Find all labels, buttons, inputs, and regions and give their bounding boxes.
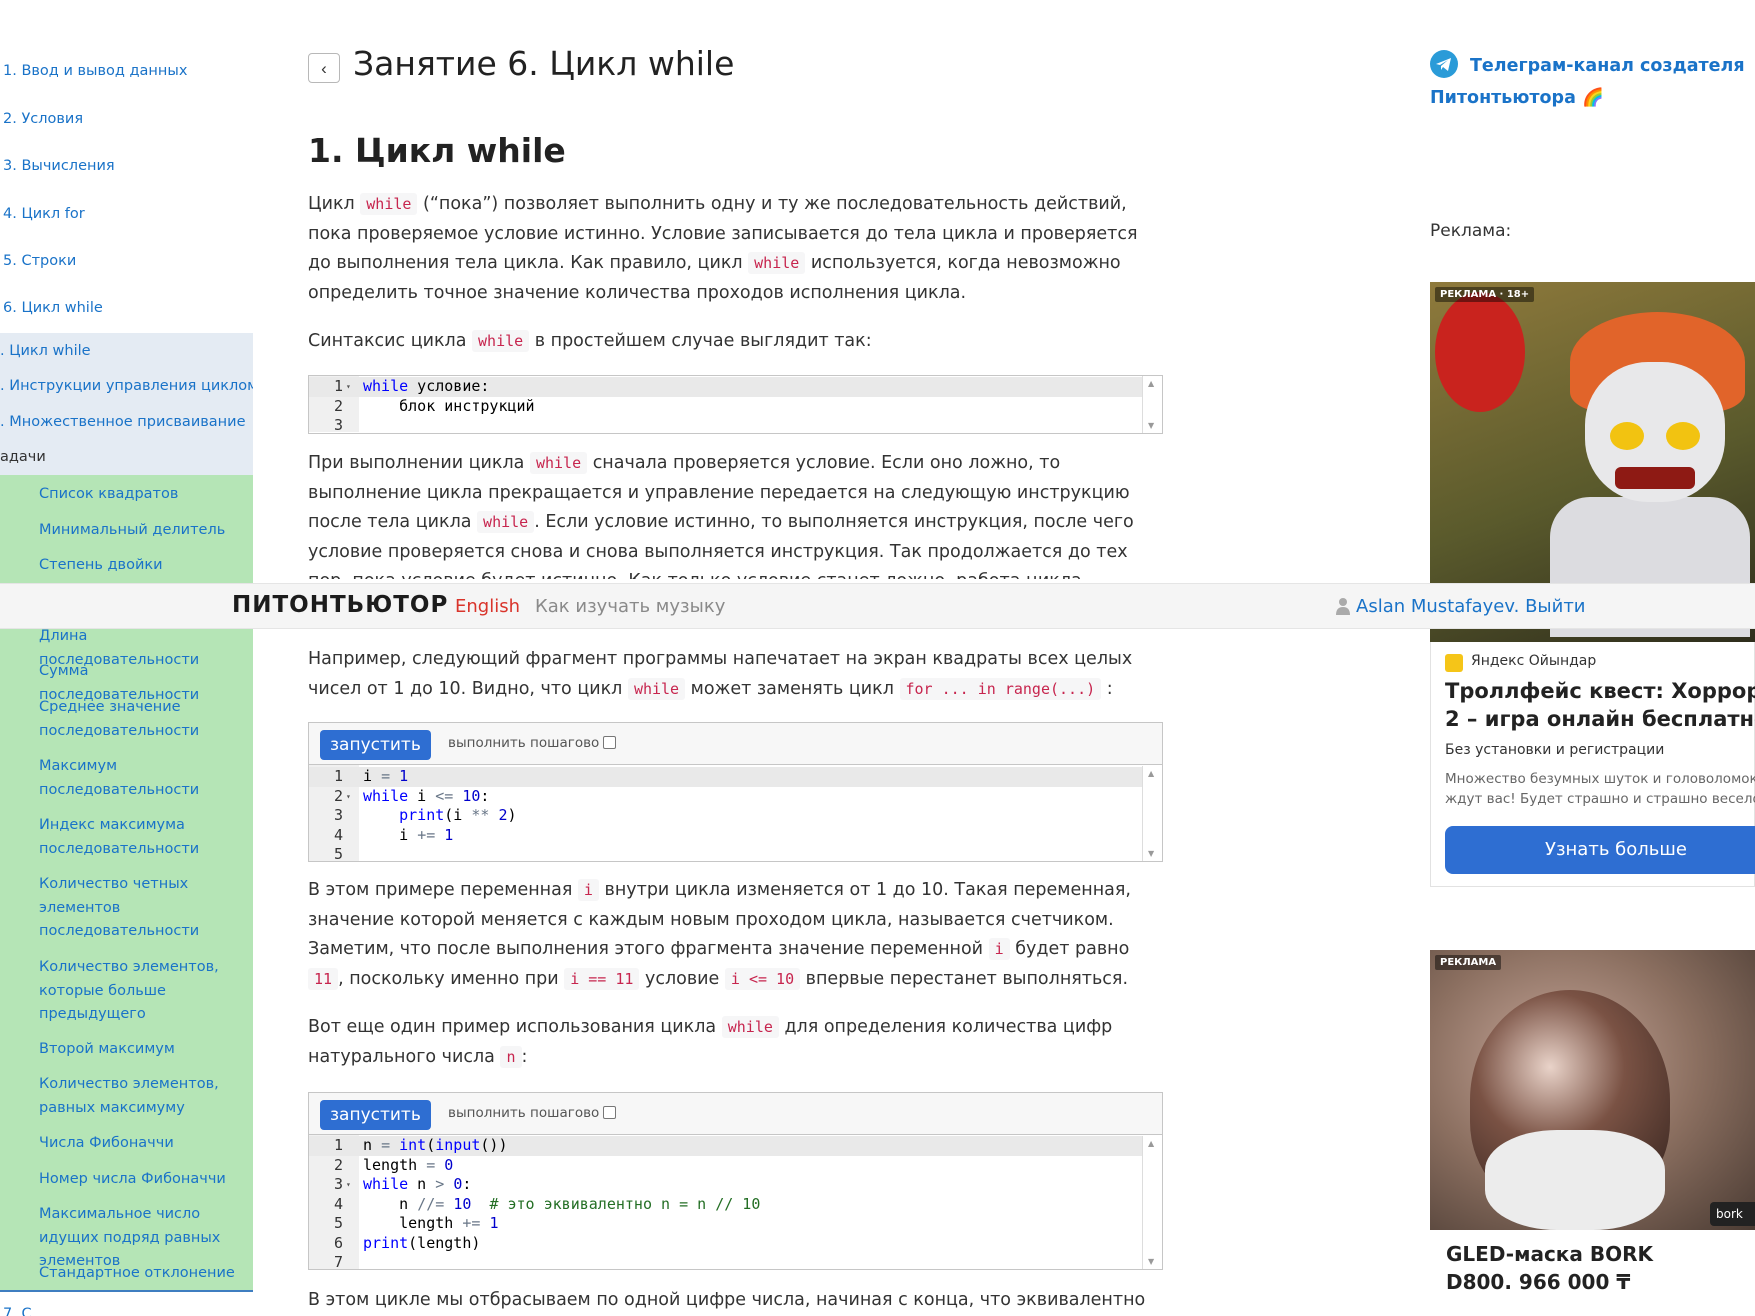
task-link[interactable]: Количество элементов, равных максимуму: [39, 1073, 251, 1120]
paragraph-explanation: В этом цикле мы отбрасываем по одной циф…: [308, 1290, 1146, 1310]
lesson-link-4[interactable]: 4. Цикл for: [3, 206, 85, 222]
paragraph-semantics: При выполнении цикла while сначала прове…: [308, 452, 1134, 579]
code-area[interactable]: 1n = int(input()) 2 length = 0 3 ▾ while n …: [309, 1135, 1162, 1269]
code-scrollbar[interactable]: ▲ ▼: [1142, 766, 1162, 861]
paragraph-intro: Цикл while (“пока”) позволяет выполнить …: [308, 193, 1138, 303]
task-link[interactable]: Среднее значение последовательности: [39, 696, 251, 743]
paragraph-syntax: Синтаксис цикла while в простейшем случа…: [308, 330, 872, 352]
section-link-while[interactable]: . Цикл while: [0, 343, 91, 359]
ad-label: Реклама:: [1430, 221, 1512, 241]
ad-brand-chip[interactable]: bork: [1710, 1202, 1755, 1226]
ad-subtitle: Без установки и регистрации: [1445, 742, 1665, 758]
section-tasks-label: адачи: [0, 449, 46, 465]
ad-image-bork[interactable]: РЕКЛАМА bork: [1430, 950, 1755, 1230]
top-navbar: ПИТОНТЬЮТОР English Как изучать музыку A…: [0, 583, 1755, 629]
run-button[interactable]: запустить: [320, 730, 431, 760]
ad-learn-more-button[interactable]: Узнать больше: [1445, 826, 1755, 874]
code-toolbar: запустить выполнить пошагово: [309, 1093, 1162, 1135]
user-account: Aslan Mustafayev. Выйти: [1356, 596, 1586, 617]
back-button[interactable]: ‹: [308, 53, 340, 83]
section-heading: 1. Цикл while: [308, 131, 566, 170]
task-link[interactable]: Список квадратов: [39, 483, 251, 507]
paragraph-example-squares: Например, следующий фрагмент программы н…: [308, 649, 1133, 700]
ad-tag: РЕКЛАМА · 18+: [1435, 287, 1535, 302]
lesson-link-6[interactable]: 6. Цикл while: [3, 300, 103, 316]
section-link-multi-assign[interactable]: . Множественное присваивание: [0, 414, 246, 430]
run-button[interactable]: запустить: [320, 1100, 431, 1130]
code-editor-squares: запустить выполнить пошагово 1i = 1 2 ▾ wh…: [308, 722, 1163, 862]
code-toolbar: запустить выполнить пошагово: [309, 723, 1162, 765]
paragraph-digits: Вот еще один пример использования цикла …: [308, 1016, 1113, 1068]
task-link[interactable]: Стандартное отклонение: [39, 1262, 251, 1286]
ad-source: Яндекс Ойындар: [1471, 653, 1597, 669]
code-editor-syntax[interactable]: 1 ▾ while условие: 2 блок инструкций 3 ▲ ▼: [308, 375, 1163, 434]
mask-base-shape: [1485, 1130, 1665, 1230]
right-column: Телеграм-канал создателя Питонтьютора 🌈 …: [1430, 0, 1755, 1316]
lesson-link-2[interactable]: 2. Условия: [3, 111, 83, 127]
task-link[interactable]: Числа Фибоначчи: [39, 1132, 251, 1156]
ad-title[interactable]: GLED-маска BORK D800. 966 000 ₸: [1446, 1240, 1706, 1296]
task-link[interactable]: Количество четных элементов последовател…: [39, 873, 251, 944]
code-editor-digits: запустить выполнить пошагово 1n = int(in…: [308, 1092, 1163, 1270]
step-by-step-toggle[interactable]: выполнить пошагово: [448, 735, 617, 751]
brand-logo[interactable]: ПИТОНТЬЮТОР: [232, 592, 448, 618]
task-link[interactable]: Второй максимум: [39, 1038, 251, 1062]
lesson-sidebar: 1. Ввод и вывод данных 2. Условия 3. Выч…: [0, 0, 253, 1316]
nav-music-link[interactable]: Как изучать музыку: [535, 596, 725, 617]
ad-tag: РЕКЛАМА: [1435, 955, 1502, 970]
task-link[interactable]: Минимальный делитель: [39, 519, 251, 543]
task-link[interactable]: Максимум последовательности: [39, 755, 251, 802]
fold-arrow-icon[interactable]: ▾: [346, 787, 351, 807]
user-icon: [1336, 597, 1350, 615]
clown-mouth-shape: [1615, 467, 1695, 489]
clown-eye-shape: [1610, 422, 1644, 450]
code-scrollbar[interactable]: ▲ ▼: [1142, 1136, 1162, 1269]
lesson-link-1[interactable]: 1. Ввод и вывод данных: [3, 63, 187, 79]
section-link-control[interactable]: . Инструкции управления циклом: [0, 378, 253, 394]
lesson-link-7[interactable]: 7. С: [3, 1306, 32, 1316]
nav-english-link[interactable]: English: [455, 596, 520, 617]
paragraph-counter: В этом примере переменная i внутри цикла…: [308, 879, 1131, 990]
user-name-link[interactable]: Aslan Mustafayev.: [1356, 596, 1519, 617]
step-checkbox[interactable]: [603, 736, 617, 749]
task-link[interactable]: Количество элементов, которые больше пре…: [39, 956, 251, 1027]
telegram-channel-link[interactable]: Телеграм-канал создателя Питонтьютора 🌈: [1430, 50, 1750, 114]
task-link[interactable]: Индекс максимума последовательности: [39, 814, 251, 861]
task-link[interactable]: Номер числа Фибоначчи: [39, 1168, 251, 1192]
logout-link[interactable]: Выйти: [1525, 596, 1585, 617]
balloon-shape: [1435, 292, 1525, 412]
lesson-link-3[interactable]: 3. Вычисления: [3, 158, 115, 174]
fold-arrow-icon[interactable]: ▾: [346, 377, 351, 397]
yandex-games-icon: [1445, 654, 1463, 672]
code-scrollbar[interactable]: ▲ ▼: [1142, 376, 1162, 433]
clown-eye-shape: [1666, 422, 1700, 450]
ad-card-trollface[interactable]: Яндекс Ойындар Троллфейс квест: Хоррор 2…: [1430, 642, 1755, 887]
page-title: Занятие 6. Цикл while: [353, 44, 735, 83]
step-checkbox[interactable]: [603, 1106, 617, 1119]
ad-description: Множество безумных шуток и головоломок ж…: [1445, 771, 1755, 807]
lesson-link-5[interactable]: 5. Строки: [3, 253, 76, 269]
ad-title[interactable]: Троллфейс квест: Хоррор 2 – игра онлайн …: [1445, 677, 1755, 733]
fold-arrow-icon[interactable]: ▾: [346, 1175, 351, 1195]
step-by-step-toggle[interactable]: выполнить пошагово: [448, 1105, 617, 1121]
task-link[interactable]: Степень двойки: [39, 554, 251, 578]
code-area[interactable]: 1i = 1 2 ▾ while i <= 10: 3 print(i ** 2) …: [309, 765, 1162, 861]
